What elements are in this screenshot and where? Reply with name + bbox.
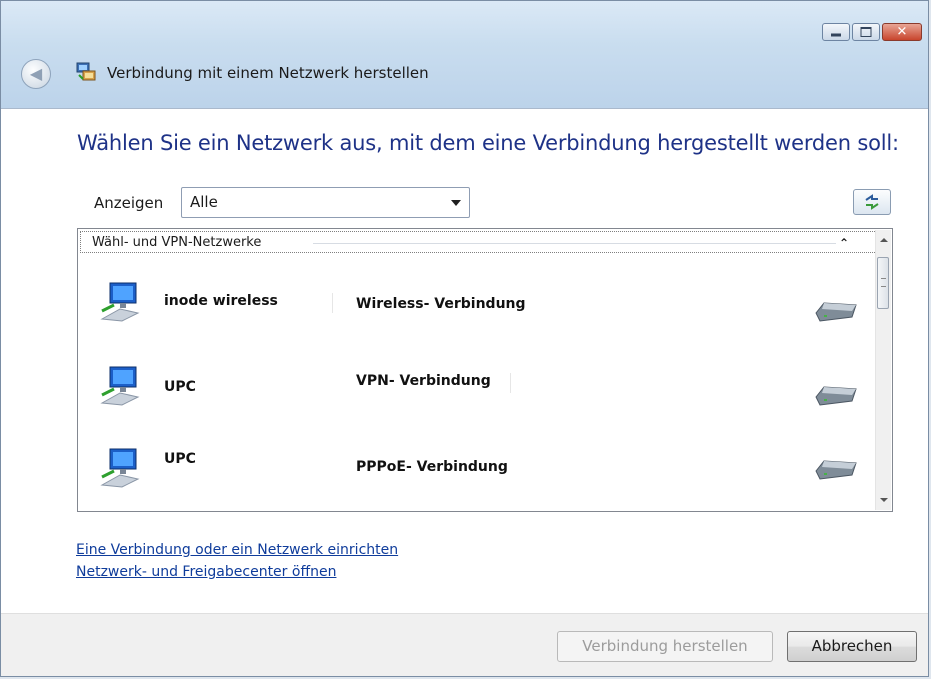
cancel-button[interactable]: Abbrechen: [787, 631, 917, 662]
network-name: inode wireless: [164, 293, 278, 309]
network-computer-icon: [100, 366, 140, 406]
network-name: UPC: [164, 379, 196, 395]
minimize-button[interactable]: [822, 23, 850, 41]
maximize-button[interactable]: [852, 23, 880, 41]
network-type: Wireless- Verbindung: [356, 296, 526, 312]
page-heading: Wählen Sie ein Netzwerk aus, mit dem ein…: [77, 131, 899, 155]
vertical-scrollbar[interactable]: [875, 230, 891, 510]
column-separator: [332, 293, 333, 313]
network-list[interactable]: Wähl- und VPN-Netzwerke ⌃ inode wireless…: [77, 228, 893, 512]
network-type: PPPoE- Verbindung: [356, 459, 508, 475]
network-connect-icon: [76, 62, 96, 81]
setup-connection-link[interactable]: Eine Verbindung oder ein Netzwerk einric…: [76, 542, 398, 558]
close-button[interactable]: ✕: [882, 23, 922, 41]
network-center-link[interactable]: Netzwerk- und Freigabecenter öffnen: [76, 564, 336, 580]
chevron-up-icon[interactable]: ⌃: [839, 236, 849, 250]
filter-selected-value: Alle: [190, 193, 218, 211]
scroll-thumb[interactable]: [877, 257, 889, 309]
scroll-down-icon[interactable]: [876, 492, 891, 508]
network-item[interactable]: UPC PPPoE- Verbindung: [80, 437, 877, 511]
connect-button[interactable]: Verbindung herstellen: [557, 631, 773, 662]
column-separator: [510, 373, 511, 393]
scroll-up-icon[interactable]: [876, 232, 891, 248]
network-computer-icon: [100, 448, 140, 488]
group-label: Wähl- und VPN-Netzwerke: [92, 235, 262, 250]
title-bar: ✕ ◀ Verbindung mit einem Netzwerk herste…: [1, 1, 928, 109]
filter-dropdown[interactable]: Alle: [181, 187, 470, 218]
maximize-icon: [860, 27, 872, 37]
grip-icon: [881, 278, 886, 287]
network-name: UPC: [164, 451, 196, 467]
modem-icon: [815, 460, 857, 480]
window-title: Verbindung mit einem Netzwerk herstellen: [107, 64, 429, 82]
network-item[interactable]: UPC VPN- Verbindung: [80, 353, 877, 433]
close-icon: ✕: [896, 24, 908, 40]
network-item[interactable]: inode wireless Wireless- Verbindung: [80, 269, 877, 349]
refresh-icon: [865, 194, 879, 210]
group-divider: [313, 243, 836, 244]
network-type: VPN- Verbindung: [356, 373, 491, 389]
chevron-down-icon: [451, 200, 461, 206]
minimize-icon: [831, 33, 841, 37]
group-header[interactable]: Wähl- und VPN-Netzwerke ⌃: [80, 231, 877, 253]
modem-icon: [815, 302, 857, 322]
connect-to-network-window: ✕ ◀ Verbindung mit einem Netzwerk herste…: [0, 0, 929, 677]
modem-icon: [815, 386, 857, 406]
network-computer-icon: [100, 282, 140, 322]
window-controls: ✕: [822, 23, 922, 41]
refresh-button[interactable]: [853, 189, 891, 215]
back-arrow-icon[interactable]: ◀: [21, 59, 51, 89]
filter-label: Anzeigen: [94, 194, 164, 212]
